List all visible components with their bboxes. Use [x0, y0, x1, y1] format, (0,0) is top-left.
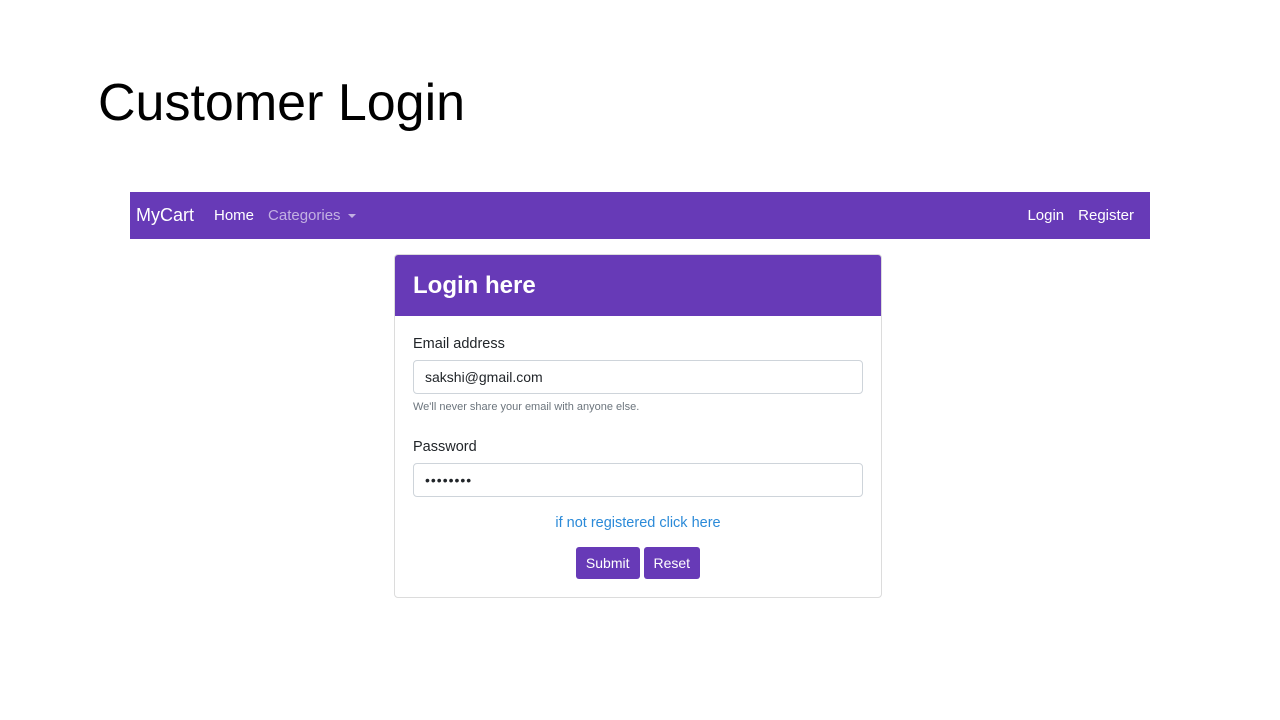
card-header: Login here — [395, 255, 881, 316]
submit-button[interactable]: Submit — [575, 547, 640, 579]
caret-down-icon — [347, 213, 356, 218]
brand-logo[interactable]: MyCart — [136, 205, 194, 226]
nav-right-group: Login Register — [1013, 207, 1134, 224]
password-input[interactable] — [413, 463, 863, 497]
nav-home-link[interactable]: Home — [214, 207, 254, 224]
email-input[interactable] — [413, 360, 863, 394]
email-help-text: We'll never share your email with anyone… — [413, 401, 640, 413]
app-screenshot: MyCart Home Categories Login Register Lo… — [130, 192, 1150, 612]
login-form: Email address We'll never share your ema… — [395, 316, 881, 579]
navbar: MyCart Home Categories Login Register — [130, 192, 1150, 239]
password-group: Password — [413, 439, 863, 497]
slide-title: Customer Login — [98, 74, 466, 132]
card-title: Login here — [413, 271, 536, 299]
register-link[interactable]: if not registered click here — [413, 515, 863, 531]
button-row: Submit Reset — [413, 547, 863, 579]
password-label: Password — [413, 439, 477, 455]
nav-login-link[interactable]: Login — [1027, 207, 1064, 224]
login-card: Login here Email address We'll never sha… — [394, 254, 882, 598]
nav-categories-dropdown[interactable]: Categories — [268, 207, 356, 224]
slide: Customer Login MyCart Home Categories Lo… — [0, 0, 1280, 720]
nav-register-link[interactable]: Register — [1078, 207, 1134, 224]
reset-button[interactable]: Reset — [643, 547, 701, 579]
nav-categories-label: Categories — [268, 207, 341, 224]
email-label: Email address — [413, 336, 505, 352]
